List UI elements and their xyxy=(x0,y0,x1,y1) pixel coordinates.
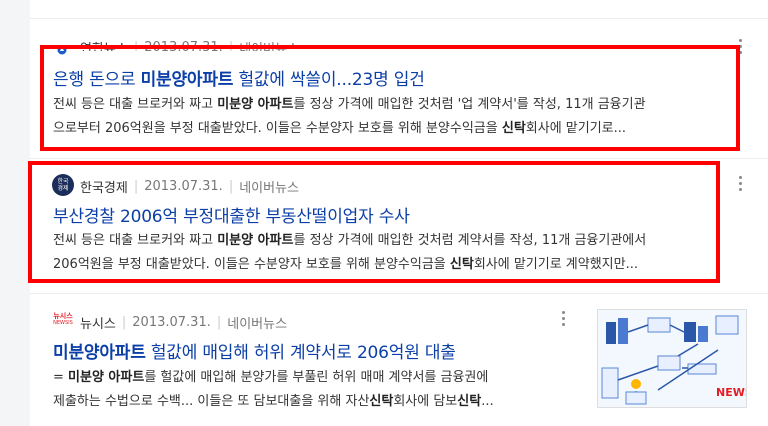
result-title[interactable]: 미분양아파트 헐값에 매입해 허위 계약서로 206억원 대출 xyxy=(53,338,456,363)
press-name[interactable]: 한국경제 xyxy=(80,177,128,196)
meta-separator: | xyxy=(121,315,127,330)
title-text: 은행 돈으로 xyxy=(53,70,141,90)
snippet-line-1: 전씨 등은 대출 브로커와 짜고 미분양 아파트를 정상 가격에 매입한 것처럼… xyxy=(53,233,647,248)
result-title[interactable]: 부산경찰 2006억 부정대출한 부동산떨이업자 수사 xyxy=(53,202,410,227)
more-options-icon[interactable] xyxy=(739,176,743,194)
result-meta: 한국경제 | 2013.07.31. | 네이버뉴스 xyxy=(80,177,299,196)
meta-separator: | xyxy=(216,315,222,330)
snippet-line-1: 전씨 등은 대출 브로커와 짜고 미분양 아파트를 정상 가격에 매입한 것처럼… xyxy=(53,97,646,112)
result-snippet: 전씨 등은 대출 브로커와 짜고 미분양 아파트를 정상 가격에 매입한 것처럼… xyxy=(53,93,729,141)
title-text: 헐값에 매입해 허위 계약서로 206억원 대출 xyxy=(145,343,456,363)
snippet-line-2: 제출하는 수법으로 수백... 이들은 또 담보대출을 위해 자산신탁회사에 담… xyxy=(53,394,494,409)
more-options-icon[interactable] xyxy=(739,39,743,57)
title-highlight: 미분양아파트 xyxy=(53,343,146,363)
press-logo-hankyung[interactable]: 한국 경제 xyxy=(52,174,74,196)
more-options-icon[interactable] xyxy=(562,311,566,329)
result-date: 2013.07.31. xyxy=(132,315,211,330)
press-logo-yonhap[interactable] xyxy=(57,40,67,55)
result-snippet: 전씨 등은 대출 브로커와 짜고 미분양 아파트를 정상 가격에 매입한 것처럼… xyxy=(53,229,716,277)
divider xyxy=(30,158,768,159)
thumbnail-news-badge: NEWS xyxy=(716,386,746,399)
result-date: 2013.07.31. xyxy=(144,179,223,194)
snippet-line-1: = 미분양 아파트를 헐값에 매입해 분양가를 부풀린 허위 매매 계약서를 금… xyxy=(53,370,489,385)
title-highlight: 미분양아파트 xyxy=(140,70,234,90)
result-snippet: = 미분양 아파트를 헐값에 매입해 분양가를 부풀린 허위 매매 계약서를 금… xyxy=(53,366,563,414)
divider xyxy=(30,293,768,294)
press-logo-newsis[interactable]: 뉴시스 NEWSIS xyxy=(51,313,75,329)
divider xyxy=(30,18,768,19)
naver-news-link[interactable]: 네이버뉴스 xyxy=(227,313,287,332)
result-title[interactable]: 은행 돈으로 미분양아파트 헐값에 싹쓸이...23명 입건 xyxy=(53,65,425,90)
result-meta: 뉴시스 | 2013.07.31. | 네이버뉴스 xyxy=(80,313,287,332)
meta-separator: | xyxy=(133,179,139,194)
meta-separator: | xyxy=(228,179,234,194)
news-thumbnail[interactable]: NEWS xyxy=(597,309,747,408)
snippet-line-2: 206억원을 부정 대출받았다. 이들은 수분양자 보호를 위해 분양수익금을 … xyxy=(53,257,638,272)
title-text: 헐값에 싹쓸이...23명 입건 xyxy=(233,70,425,90)
naver-news-link[interactable]: 네이버뉴스 xyxy=(239,177,299,196)
press-name[interactable]: 뉴시스 xyxy=(80,313,116,332)
snippet-line-2: 으로부터 206억원을 부정 대출받았다. 이들은 수분양자 보호를 위해 분양… xyxy=(53,121,627,136)
